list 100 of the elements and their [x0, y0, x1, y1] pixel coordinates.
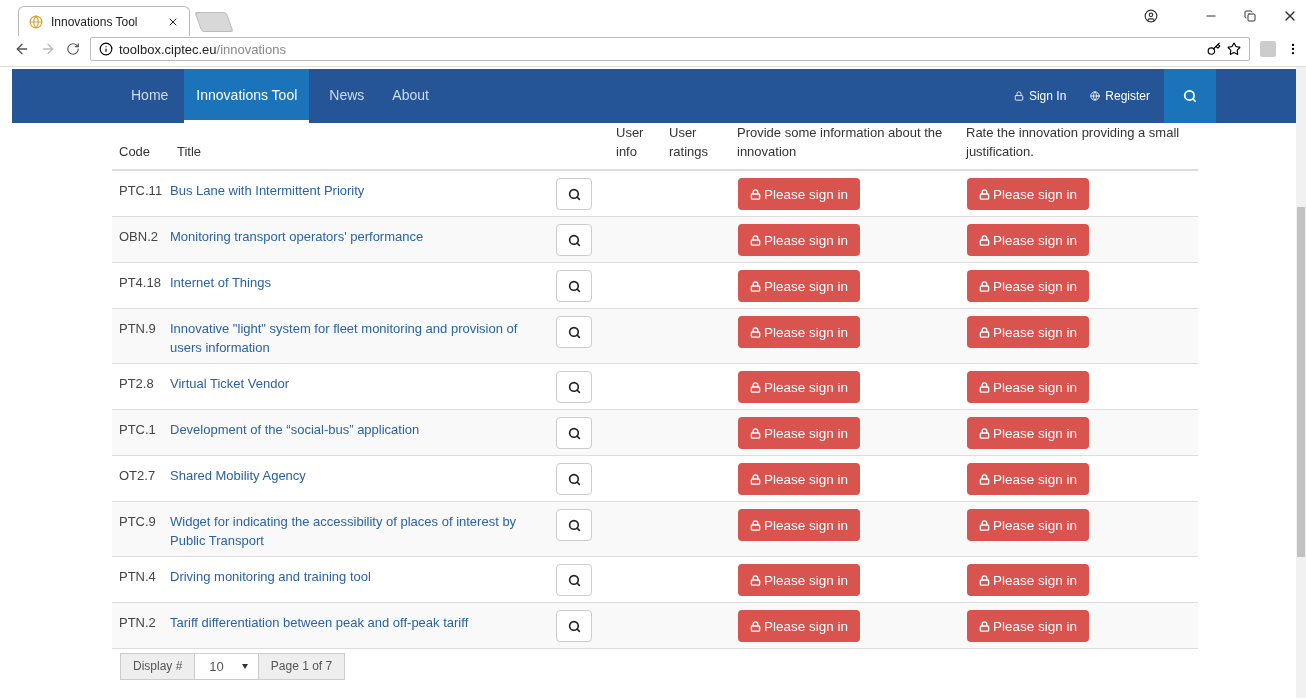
title-link[interactable]: Internet of Things [170, 270, 557, 302]
back-icon[interactable] [14, 41, 30, 57]
lock-icon [750, 427, 761, 439]
sign-in-button[interactable]: Please sign in [738, 417, 861, 449]
sign-in-button[interactable]: Please sign in [967, 224, 1090, 256]
column-header: Rate the innovation providing a small justification. [964, 124, 1181, 161]
sign-in-button[interactable]: Please sign in [967, 564, 1090, 596]
register-link[interactable]: Register [1078, 69, 1162, 123]
search-button[interactable] [556, 564, 592, 596]
title-link[interactable]: Monitoring transport operators' performance [170, 224, 557, 256]
search-icon [567, 380, 581, 394]
sign-in-button[interactable]: Please sign in [738, 316, 861, 348]
lock-icon [1013, 91, 1024, 101]
address-field[interactable]: toolbox.ciptec.eu/innovations [90, 37, 1250, 61]
search-button[interactable] [556, 371, 592, 403]
column-header: User info [615, 124, 645, 161]
key-icon[interactable] [1207, 42, 1221, 56]
code-cell-text: PTN.2 [118, 614, 157, 632]
sign-in-button[interactable]: Please sign in [738, 564, 861, 596]
search-button[interactable] [556, 316, 592, 348]
page-size-select[interactable]: 10 [195, 653, 258, 680]
sign-in-button[interactable]: Please sign in [738, 178, 861, 210]
code-cell-text: PT2.8 [118, 375, 155, 393]
lock-icon [750, 280, 761, 292]
sign-in-button[interactable]: Please sign in [738, 371, 861, 403]
lock-icon [979, 381, 990, 393]
column-header: Provide some information about the innovation [736, 124, 944, 161]
search-icon [567, 187, 581, 201]
lock-icon [979, 188, 990, 200]
title-link[interactable]: Virtual Ticket Vendor [170, 371, 557, 403]
title-link[interactable]: Widget for indicating the accessibility of places of interest by Public Transport [170, 509, 557, 550]
nav-link[interactable]: Innovations Tool [184, 69, 310, 123]
search-button[interactable] [556, 417, 592, 449]
lock-icon [979, 234, 990, 246]
title-link[interactable]: Tariff differentiation between peak and off-peak tariff [170, 610, 557, 642]
search-icon [567, 325, 581, 339]
profile-icon[interactable] [1144, 9, 1158, 23]
sign-in-button[interactable]: Please sign in [967, 463, 1090, 495]
search-button[interactable] [556, 610, 592, 642]
nav-link[interactable]: Home [119, 69, 181, 123]
lock-icon [750, 620, 761, 632]
code-cell-text: PTN.4 [118, 568, 157, 586]
sign-in-button[interactable]: Please sign in [738, 610, 861, 642]
sign-in-button[interactable]: Please sign in [738, 463, 861, 495]
sign-in-button[interactable]: Please sign in [967, 270, 1090, 302]
sign-in-button[interactable]: Please sign in [967, 371, 1090, 403]
page-info: Page 1 of 7 [257, 653, 346, 680]
search-button[interactable] [556, 270, 592, 302]
browser-tab[interactable]: Innovations Tool [18, 6, 190, 36]
lock-icon [750, 473, 761, 485]
sign-in-button[interactable]: Please sign in [738, 509, 861, 541]
scrollbar[interactable] [1296, 67, 1306, 698]
search-icon [567, 518, 581, 532]
sign-in-button[interactable]: Please sign in [738, 224, 861, 256]
sign-in-button[interactable]: Please sign in [738, 270, 861, 302]
search-icon [567, 426, 581, 440]
sign-in-button[interactable]: Please sign in [967, 316, 1090, 348]
lock-icon [750, 381, 761, 393]
star-icon[interactable] [1227, 42, 1241, 56]
title-link[interactable]: Innovative "light" system for fleet monitoring and provision of users information [170, 316, 557, 357]
code-cell-text: PTC.9 [118, 513, 157, 531]
sign-in-button[interactable]: Please sign in [967, 178, 1090, 210]
info-icon [99, 42, 113, 56]
lock-icon [979, 427, 990, 439]
search-button[interactable] [556, 509, 592, 541]
nav-link[interactable]: About [380, 69, 441, 123]
sign-in-button[interactable]: Please sign in [967, 417, 1090, 449]
code-cell-text: OT2.7 [118, 467, 157, 485]
column-header: Code [118, 143, 152, 161]
column-header: Title [176, 143, 203, 161]
lock-icon [750, 234, 761, 246]
lock-icon [979, 326, 990, 338]
sign-in-button[interactable]: Please sign in [967, 509, 1090, 541]
code-cell-text: OBN.2 [118, 228, 159, 246]
lock-icon [750, 519, 761, 531]
code-cell-text: PTC.11 [118, 182, 164, 200]
search-button[interactable] [556, 224, 592, 256]
lock-icon [750, 574, 761, 586]
code-cell-text: PT4.18 [118, 274, 162, 292]
search-icon [567, 233, 581, 247]
search-icon [567, 472, 581, 486]
restore-icon[interactable] [1244, 10, 1256, 22]
sign-in-link[interactable]: Sign In [1001, 69, 1079, 123]
lock-icon [750, 326, 761, 338]
title-link[interactable]: Driving monitoring and training tool [170, 564, 557, 596]
title-link[interactable]: Shared Mobility Agency [170, 463, 557, 495]
title-link[interactable]: Bus Lane with Intermittent Priority [170, 178, 557, 210]
tab-title: Innovations Tool [51, 14, 139, 29]
search-icon [567, 619, 581, 633]
lock-icon [979, 620, 990, 632]
nav-link[interactable]: News [317, 69, 377, 123]
display-label: Display # [120, 653, 196, 680]
search-button[interactable] [556, 178, 592, 210]
title-link[interactable]: Development of the “social-bus” application [170, 417, 557, 449]
reload-icon[interactable] [66, 42, 80, 56]
search-button[interactable] [556, 463, 592, 495]
lock-icon [979, 519, 990, 531]
lock-icon [979, 473, 990, 485]
sign-in-button[interactable]: Please sign in [967, 610, 1090, 642]
search-icon [1183, 89, 1197, 103]
